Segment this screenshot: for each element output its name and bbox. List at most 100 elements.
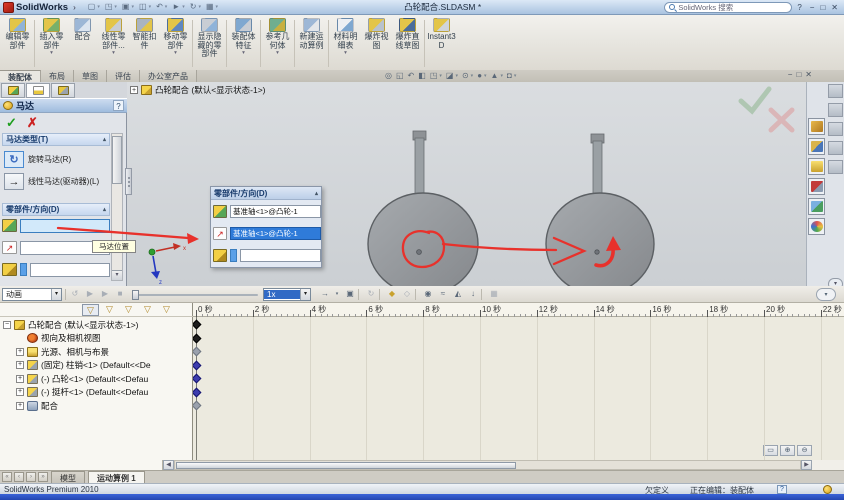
dropdown-arrow-icon[interactable]: ▾ (182, 4, 185, 10)
filter-animated-icon[interactable]: ▽ (101, 304, 118, 316)
view-palette-icon-button[interactable] (808, 198, 825, 215)
dropdown-arrow-icon[interactable]: ▾ (471, 73, 474, 79)
play-icon[interactable]: ▶ (98, 288, 112, 301)
file-explorer-icon-button[interactable] (808, 158, 825, 175)
document-tab-0[interactable]: 模型 (51, 471, 85, 483)
ribbon-tab-2[interactable]: 草图 (74, 70, 107, 82)
hide-show-items-icon[interactable]: ⊙ (462, 71, 469, 81)
print-icon[interactable]: ◫ (138, 2, 148, 12)
expand-icon[interactable]: + (16, 375, 24, 383)
appearances-tab-icon[interactable] (828, 160, 843, 174)
keyframe-0[interactable] (193, 320, 201, 330)
keyframe-2[interactable] (193, 347, 201, 357)
ribbon-button-10[interactable]: 材料明细表▾ (330, 17, 361, 56)
dropdown-arrow-icon[interactable]: ▾ (300, 289, 310, 300)
pm-tab-features[interactable] (1, 83, 25, 98)
collapse-icon[interactable]: ▴ (103, 206, 106, 213)
autokey-icon[interactable]: ◆ (385, 288, 399, 301)
motion-tree-row-1[interactable]: 视向及相机视图 (0, 332, 193, 346)
filter-driving-icon[interactable]: ▽ (120, 304, 137, 316)
close-button[interactable]: ✕ (828, 3, 841, 12)
gravity-icon[interactable]: ↓ (466, 288, 480, 301)
edit-appearance-icon[interactable]: ● (477, 71, 482, 81)
dropdown-arrow-icon[interactable]: ▾ (112, 50, 115, 56)
dropdown-arrow-icon[interactable]: ▾ (50, 50, 53, 56)
scrollbar-thumb[interactable] (112, 136, 122, 184)
expand-icon[interactable]: + (130, 86, 138, 94)
linear-motor-icon[interactable]: → (4, 173, 24, 190)
panel-header[interactable]: 零部件/方向(D) ▴ (211, 187, 321, 200)
minimize-button[interactable]: − (807, 3, 818, 12)
ribbon-button-1[interactable]: 插入零部件▾ (36, 17, 67, 56)
ribbon-button-5[interactable]: 移动零部件▾ (160, 17, 191, 56)
keyframe-6[interactable] (193, 401, 201, 411)
rebuild-icon[interactable]: ↻ (189, 2, 198, 12)
dropdown-arrow-icon[interactable]: ▾ (216, 4, 219, 10)
motion-tree-row-6[interactable]: +配合 (0, 399, 193, 413)
zoom-select-icon[interactable]: ▭ (763, 445, 778, 456)
design-library-icon-button[interactable] (808, 138, 825, 155)
left-cam-disc[interactable] (368, 193, 478, 286)
doc-close-button[interactable]: ✕ (805, 70, 812, 79)
panel-splitter-grip[interactable] (125, 168, 132, 195)
add-key-icon[interactable]: ◇ (400, 288, 414, 301)
motion-tree-row-4[interactable]: +(-) 凸轮<1> (Default<<Defau (0, 372, 193, 386)
save-animation-icon[interactable]: ▣ (343, 288, 357, 301)
motor-direction-value[interactable]: 基准轴<1>@凸轮-1 (230, 227, 321, 240)
dropdown-arrow-icon[interactable]: ▾ (344, 50, 347, 56)
file-explorer-tab-icon[interactable] (828, 122, 843, 136)
filter-selected-icon[interactable]: ▽ (139, 304, 156, 316)
ribbon-tab-3[interactable]: 评估 (107, 70, 140, 82)
assembly-tree-label[interactable]: 凸轮配合 (默认<显示状态-1>) (155, 84, 266, 96)
play-from-start-icon[interactable]: ▶ (83, 288, 97, 301)
display-style-icon[interactable]: ◪ (446, 71, 454, 81)
cancel-button[interactable]: ✗ (27, 115, 38, 131)
doc-restore-button[interactable]: □ (796, 70, 801, 79)
motion-tree-row-2[interactable]: +光源、相机与布景 (0, 345, 193, 359)
contact-icon[interactable]: ◭ (451, 288, 465, 301)
ok-button[interactable]: ✓ (6, 115, 17, 131)
pm-tab-property-manager[interactable] (26, 83, 50, 98)
apply-scene-icon[interactable]: ▲ (491, 71, 499, 81)
new-document-icon[interactable]: ▢ (87, 2, 97, 12)
collapse-icon[interactable]: − (3, 321, 11, 329)
scrollbar-thumb[interactable] (176, 462, 516, 469)
dropdown-arrow-icon[interactable]: ▾ (455, 73, 458, 79)
zoom-in-icon[interactable]: ⊕ (780, 445, 795, 456)
view-palette-tab-icon[interactable] (828, 141, 843, 155)
filter-none-icon[interactable]: ▽ (82, 304, 99, 316)
right-follower-stem[interactable] (593, 141, 602, 199)
tab-nav-0[interactable]: « (2, 472, 12, 482)
graphics-feature-tree[interactable]: + 凸轮配合 (默认<显示状态-1>) (130, 84, 266, 96)
scroll-down-icon[interactable]: ▾ (112, 270, 122, 280)
timeline-slider[interactable] (132, 294, 258, 296)
direction-section-header[interactable]: 零部件/方向(D) ▴ (2, 203, 110, 216)
linear-motor-option[interactable]: → 线性马达(驱动器)(L) (4, 172, 108, 191)
dropdown-arrow-icon[interactable]: ▾ (198, 4, 201, 10)
tab-nav-1[interactable]: ‹ (14, 472, 24, 482)
pm-scrollbar[interactable]: ▾ (111, 133, 123, 281)
pm-help-button[interactable]: ? (113, 100, 124, 111)
task-pane-collapse-icon[interactable]: ▾ (828, 278, 843, 286)
dropdown-arrow-icon[interactable]: ▾ (500, 73, 503, 79)
open-icon[interactable]: ◳ (104, 2, 114, 12)
slider-thumb[interactable] (132, 290, 139, 300)
select-icon[interactable]: ► (171, 2, 181, 12)
keyframe-5[interactable] (193, 387, 201, 397)
document-tab-1[interactable]: 运动算例 1 (88, 471, 145, 483)
save-icon[interactable]: ▣ (121, 2, 131, 12)
dropdown-arrow-icon[interactable]: ▾ (131, 4, 134, 10)
tab-nav-3[interactable]: » (38, 472, 48, 482)
keyframe-1[interactable] (193, 333, 201, 343)
collapse-icon[interactable]: ▴ (103, 136, 106, 143)
view-orientation-icon[interactable]: ◳ (430, 71, 438, 81)
dropdown-arrow-icon[interactable]: ▾ (514, 73, 517, 79)
toolbox-icon-button[interactable] (808, 178, 825, 195)
animation-wizard-icon[interactable]: ↻ (364, 288, 378, 301)
motor-icon[interactable]: ◉ (421, 288, 435, 301)
dropdown-arrow-icon[interactable]: ▾ (276, 50, 279, 56)
left-cam-hole[interactable] (417, 250, 422, 255)
graphics-area[interactable]: x z + 凸轮配合 (默认<显示状态-1>) 零部件/方向(D) ▴ 基准轴<… (127, 82, 806, 286)
dropdown-arrow-icon[interactable]: ▾ (242, 50, 245, 56)
ribbon-button-4[interactable]: 智能扣件 (129, 17, 160, 50)
